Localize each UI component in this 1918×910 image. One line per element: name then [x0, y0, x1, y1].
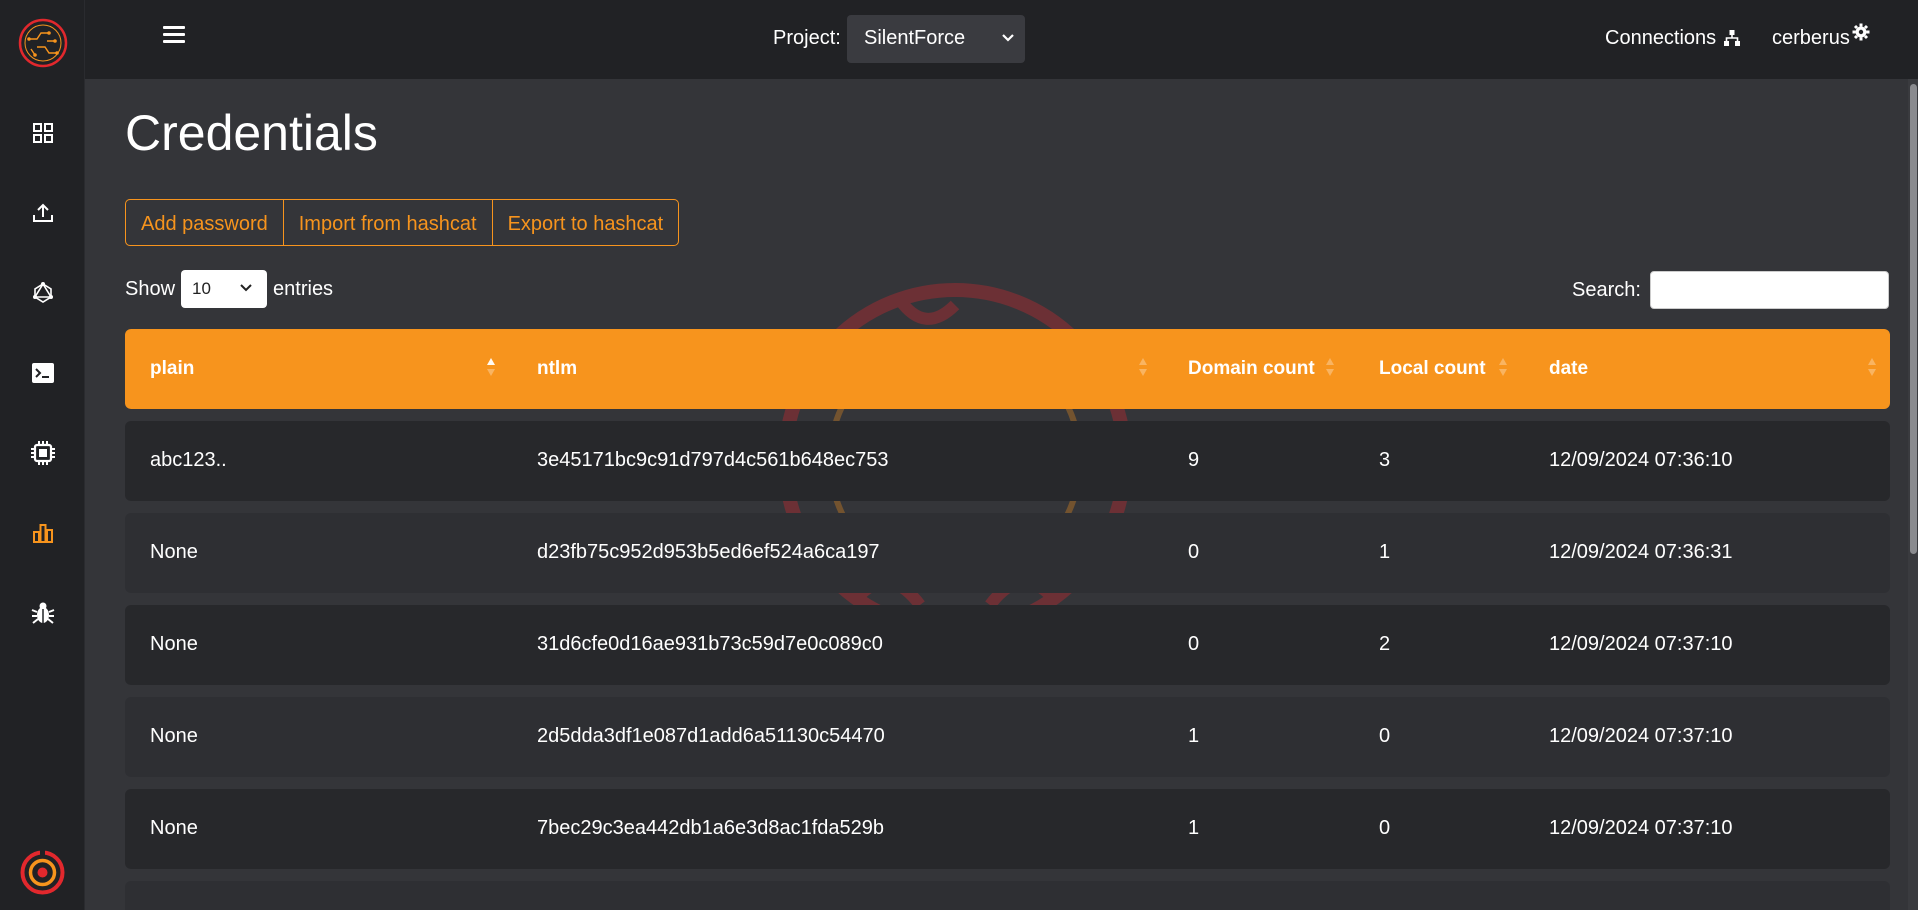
page-title: Credentials [125, 105, 378, 161]
sort-icon[interactable] [1497, 356, 1509, 378]
sort-icon[interactable] [1866, 356, 1878, 378]
column-header-plain[interactable]: plain [150, 358, 194, 380]
cell-date: 12/09/2024 07:36:31 [1549, 541, 1733, 563]
gear-icon [1852, 23, 1870, 41]
table-row[interactable]: abc123.. 3e45171bc9c91d797d4c561b648ec75… [125, 421, 1890, 501]
table-row[interactable] [125, 881, 1890, 910]
table-row[interactable]: None d23fb75c952d953b5ed6ef524a6ca197 0 … [125, 513, 1890, 593]
search-input[interactable] [1649, 271, 1889, 309]
cell-local-count: 0 [1379, 725, 1391, 747]
sidebar-item-terminal[interactable] [0, 343, 85, 403]
import-hashcat-button[interactable]: Import from hashcat [282, 200, 492, 245]
cell-plain: None [150, 725, 198, 747]
cell-domain-count: 1 [1188, 817, 1200, 839]
cell-date: 12/09/2024 07:37:10 [1549, 817, 1733, 839]
column-header-local-count[interactable]: Local count [1379, 358, 1486, 380]
username-label: cerberus [1772, 27, 1850, 49]
connections-label: Connections [1605, 27, 1717, 49]
credential-actions: Add password Import from hashcat Export … [125, 199, 680, 246]
table-search: Search: [1572, 271, 1889, 309]
cell-ntlm: 7bec29c3ea442db1a6e3d8ac1fda529b [537, 817, 885, 839]
cell-plain: None [150, 541, 198, 563]
cell-ntlm: 3e45171bc9c91d797d4c561b648ec753 [537, 449, 889, 471]
dashboard-icon [32, 123, 53, 143]
project-label: Project: [773, 27, 841, 49]
bug-icon [31, 602, 54, 624]
top-navbar: Project: SilentForce Connections cerberu… [85, 0, 1918, 79]
sidebar-item-chip[interactable] [0, 423, 85, 483]
cell-plain: None [150, 633, 198, 655]
terminal-icon [31, 363, 54, 383]
project-select[interactable]: SilentForce [847, 15, 1025, 63]
cell-domain-count: 0 [1188, 633, 1200, 655]
cell-local-count: 3 [1379, 449, 1391, 471]
cell-local-count: 1 [1379, 541, 1391, 563]
entries-select-value: 10 [192, 279, 211, 298]
cell-domain-count: 9 [1188, 449, 1200, 471]
page-scrollbar-thumb[interactable] [1910, 84, 1917, 554]
add-password-button[interactable]: Add password [126, 200, 283, 245]
menu-toggle-icon[interactable] [163, 26, 187, 48]
table-header: plain ntlm Domain count Local count date [125, 329, 1890, 409]
chevron-down-icon [1002, 34, 1014, 42]
export-hashcat-button[interactable]: Export to hashcat [491, 200, 679, 245]
entries-label: entries [273, 277, 334, 300]
show-entries: Show 10 entries [125, 270, 333, 308]
chip-icon [30, 441, 55, 465]
cell-ntlm: 31d6cfe0d16ae931b73c59d7e0c089c0 [537, 633, 883, 655]
connections-link[interactable]: Connections [1605, 27, 1741, 50]
column-header-ntlm[interactable]: ntlm [537, 358, 577, 380]
graph-icon [32, 282, 53, 303]
sitemap-icon [1724, 30, 1741, 46]
cell-date: 12/09/2024 07:37:10 [1549, 633, 1733, 655]
cell-local-count: 0 [1379, 817, 1391, 839]
cell-domain-count: 1 [1188, 725, 1200, 747]
sidebar-item-dashboard[interactable] [0, 103, 85, 163]
cell-ntlm: 2d5dda3df1e087d1add6a51130c54470 [537, 725, 885, 747]
cell-date: 12/09/2024 07:37:10 [1549, 725, 1733, 747]
cell-plain: None [150, 817, 198, 839]
table-row[interactable]: None 2d5dda3df1e087d1add6a51130c54470 1 … [125, 697, 1890, 777]
table-row[interactable]: None 7bec29c3ea442db1a6e3d8ac1fda529b 1 … [125, 789, 1890, 869]
cell-ntlm: d23fb75c952d953b5ed6ef524a6ca197 [537, 541, 880, 563]
sidebar-item-statistics[interactable] [0, 503, 85, 563]
upload-icon [32, 203, 53, 222]
cell-domain-count: 0 [1188, 541, 1200, 563]
sidebar-item-bugs[interactable] [0, 583, 85, 643]
bar-chart-icon [32, 524, 53, 543]
footer-logo-icon [20, 850, 65, 895]
user-menu[interactable]: cerberus [1772, 23, 1870, 50]
entries-per-page-select[interactable]: 10 [181, 270, 268, 308]
cell-local-count: 2 [1379, 633, 1391, 655]
search-label: Search: [1572, 278, 1641, 301]
sidebar-item-upload[interactable] [0, 183, 85, 243]
sort-ascending-icon[interactable] [485, 356, 497, 378]
column-header-date[interactable]: date [1549, 358, 1588, 380]
table-row[interactable]: None 31d6cfe0d16ae931b73c59d7e0c089c0 0 … [125, 605, 1890, 685]
sidebar-item-graph[interactable] [0, 263, 85, 323]
cell-plain: abc123.. [150, 449, 227, 471]
show-label: Show [125, 277, 176, 300]
project-select-value: SilentForce [864, 27, 966, 49]
chevron-down-icon [240, 284, 252, 292]
sort-icon[interactable] [1324, 356, 1336, 378]
sort-icon[interactable] [1137, 356, 1149, 378]
app-logo-icon[interactable] [17, 17, 69, 69]
column-header-domain-count[interactable]: Domain count [1188, 358, 1315, 380]
cell-date: 12/09/2024 07:36:10 [1549, 449, 1733, 471]
sidebar [0, 0, 85, 910]
